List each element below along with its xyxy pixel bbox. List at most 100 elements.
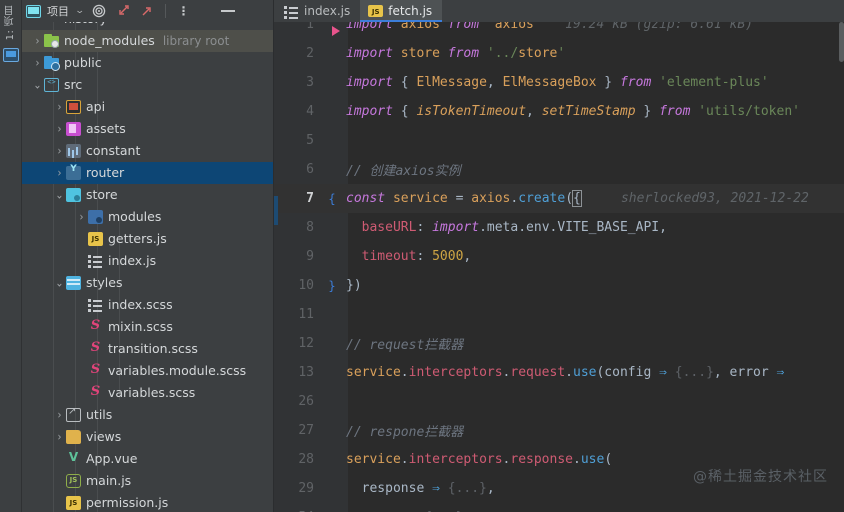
tab-fetch-js[interactable]: fetch.js	[360, 0, 443, 22]
fold-marker-icon[interactable]: {	[320, 192, 344, 206]
run-marker-icon[interactable]	[332, 26, 340, 36]
code-line[interactable]: 2 import store from '../store'	[274, 39, 844, 68]
tree-item-getters-js[interactable]: › getters.js	[22, 228, 273, 250]
chevron-right-icon: ›	[75, 321, 88, 334]
code-line[interactable]: 54 error ⇒ {...},	[274, 503, 844, 512]
tab-index-js[interactable]: index.js	[276, 0, 360, 22]
code-editor: index.js fetch.js 1 import axios from 'ax…	[274, 0, 844, 512]
project-icon	[26, 4, 41, 18]
tree-item-main-js[interactable]: › main.js	[22, 470, 273, 492]
js-file-icon	[88, 232, 103, 246]
code-line[interactable]: 8 baseURL: import.meta.env.VITE_BASE_API…	[274, 213, 844, 242]
line-number: 4	[306, 104, 314, 119]
hide-panel-icon[interactable]	[219, 2, 237, 20]
code-line[interactable]: 5	[274, 126, 844, 155]
code-text: service.interceptors.response.use(	[346, 452, 613, 467]
code-line[interactable]: 26	[274, 387, 844, 416]
code-line[interactable]: 12 // request拦截器	[274, 329, 844, 358]
tree-item-mixin-scss[interactable]: › mixin.scss	[22, 316, 273, 338]
line-number: 3	[306, 75, 314, 90]
tree-item-src[interactable]: ⌄ src	[22, 74, 273, 96]
chevron-down-icon[interactable]: ⌄	[53, 189, 66, 202]
tree-item-views[interactable]: › views	[22, 426, 273, 448]
js-file-icon	[368, 5, 384, 17]
folder-utils-icon	[66, 406, 81, 422]
tree-item-assets[interactable]: › assets	[22, 118, 273, 140]
code-text: import { ElMessage, ElMessageBox } from …	[346, 75, 769, 90]
chevron-right-icon[interactable]: ›	[31, 57, 44, 70]
tree-item-api[interactable]: › api	[22, 96, 273, 118]
target-locate-icon[interactable]	[90, 2, 108, 20]
tree-item-router[interactable]: › router	[22, 162, 273, 184]
folder-constant-icon	[66, 144, 81, 158]
code-line[interactable]: 1 import axios from 'axios' 19.24 kB (gzi…	[274, 22, 844, 39]
chevron-right-icon[interactable]: ›	[53, 409, 66, 422]
vue-file-icon	[66, 450, 81, 466]
chevron-right-icon[interactable]: ›	[31, 35, 44, 48]
code-line[interactable]: 7 {const service = axios.create({ sherloc…	[274, 184, 844, 213]
project-panel-title: 项目	[47, 5, 69, 18]
tree-item-store[interactable]: ⌄ store	[22, 184, 273, 206]
chevron-right-icon[interactable]: ›	[53, 101, 66, 114]
chevron-down-icon[interactable]: ⌄	[31, 79, 44, 92]
tree-item-label: constant	[86, 143, 141, 158]
tree-item-constant[interactable]: › constant	[22, 140, 273, 162]
tree-item-history[interactable]: › history	[22, 22, 273, 30]
code-text: import store from '../store'	[346, 46, 566, 61]
code-line[interactable]: 11	[274, 300, 844, 329]
line-number: 5	[306, 133, 314, 148]
chevron-right-icon[interactable]: ›	[53, 167, 66, 180]
tree-item-label: main.js	[86, 473, 132, 488]
chevron-right-icon: ›	[75, 365, 88, 378]
code-text: // 创建axios实例	[346, 164, 461, 179]
code-line[interactable]: 4 import { isTokenTimeout, setTimeStamp }…	[274, 97, 844, 126]
chevron-down-icon[interactable]: ⌄	[53, 277, 66, 290]
fold-marker-icon[interactable]: }	[320, 279, 344, 293]
code-line[interactable]: 10}})	[274, 271, 844, 300]
tree-item-utils[interactable]: › utils	[22, 404, 273, 426]
collapse-all-icon[interactable]	[114, 2, 132, 20]
project-panel-header: 项目 ⌄ ⋮	[22, 0, 273, 22]
chevron-right-icon[interactable]: ›	[53, 145, 66, 158]
tree-item-app-vue[interactable]: › App.vue	[22, 448, 273, 470]
line-number: 29	[298, 481, 314, 496]
tree-item-permission-js[interactable]: › permission.js	[22, 492, 273, 512]
tree-item-variables-module-scss[interactable]: › variables.module.scss	[22, 360, 273, 382]
chevron-right-icon: ›	[31, 22, 44, 25]
tree-item-styles[interactable]: ⌄ styles	[22, 272, 273, 294]
project-panel: 项目 ⌄ ⋮ › node_modules library root › pub…	[22, 0, 274, 512]
tree-item-label: history	[64, 22, 107, 26]
current-line-marker	[274, 196, 278, 225]
project-tool-tab[interactable]: 1: 项目	[0, 2, 22, 63]
code-text: import { isTokenTimeout, setTimeStamp } …	[346, 104, 800, 119]
tree-item-modules[interactable]: › modules	[22, 206, 273, 228]
tab-label: fetch.js	[388, 4, 433, 18]
tree-item-node-modules[interactable]: › node_modules library root	[22, 30, 273, 52]
folder-router-icon	[66, 164, 81, 180]
more-options-icon[interactable]: ⋮	[175, 2, 193, 20]
chevron-right-icon[interactable]: ›	[53, 431, 66, 444]
tree-item-public[interactable]: › public	[22, 52, 273, 74]
project-file-tree[interactable]: › history › node_modules library root › public…	[22, 22, 273, 512]
code-canvas[interactable]: 1 import axios from 'axios' 19.24 kB (gzi…	[274, 22, 844, 512]
code-line[interactable]: 27 // respone拦截器	[274, 416, 844, 445]
code-line[interactable]: 9 timeout: 5000,	[274, 242, 844, 271]
folder-node-modules-icon	[44, 34, 59, 48]
tree-item-transition-scss[interactable]: › transition.scss	[22, 338, 273, 360]
code-line[interactable]: 13 service.interceptors.request.use(confi…	[274, 358, 844, 387]
tree-item-variables-scss[interactable]: › variables.scss	[22, 382, 273, 404]
tree-item-index-scss[interactable]: › index.scss	[22, 294, 273, 316]
project-tool-label: 1: 项目	[5, 5, 16, 41]
tree-item-index-js[interactable]: › index.js	[22, 250, 273, 272]
code-line[interactable]: 6 // 创建axios实例	[274, 155, 844, 184]
line-number: 12	[298, 336, 314, 351]
chevron-down-icon[interactable]: ⌄	[75, 6, 85, 16]
chevron-right-icon[interactable]: ›	[53, 123, 66, 136]
project-panel-icon[interactable]	[3, 48, 19, 63]
code-line[interactable]: 3 import { ElMessage, ElMessageBox } from…	[274, 68, 844, 97]
chevron-right-icon[interactable]: ›	[75, 211, 88, 224]
line-number: 1	[306, 22, 314, 32]
code-text: // request拦截器	[346, 338, 464, 353]
chevron-right-icon: ›	[75, 233, 88, 246]
expand-all-icon[interactable]	[138, 2, 156, 20]
